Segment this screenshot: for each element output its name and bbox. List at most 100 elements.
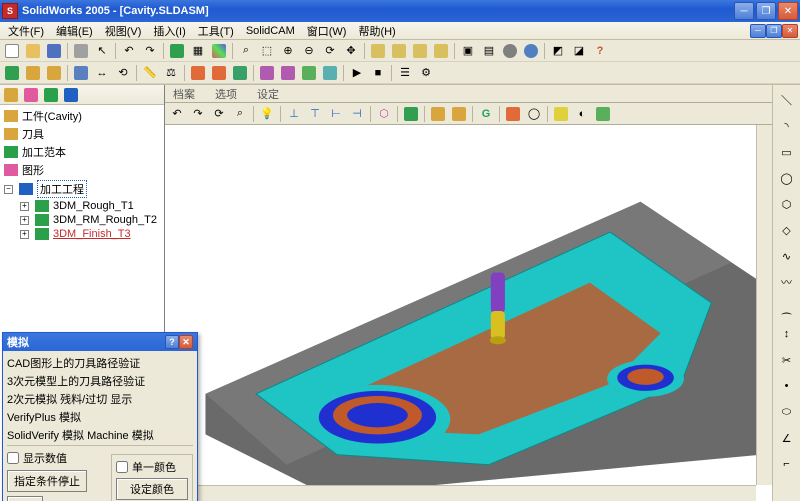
stop-condition-button[interactable]: 指定条件停止	[7, 470, 87, 492]
rt-dim-icon[interactable]: ↕	[776, 323, 798, 345]
rt-curve1-icon[interactable]: 〰	[776, 271, 798, 293]
section-icon[interactable]: ◩	[548, 41, 568, 61]
shadow-icon[interactable]: ◪	[569, 41, 589, 61]
redo-icon[interactable]: ↷	[140, 41, 160, 61]
rt-trim-icon[interactable]: ✂	[776, 349, 798, 371]
zoom-in-icon[interactable]: ⊕	[278, 41, 298, 61]
rotate-icon[interactable]: ⟳	[320, 41, 340, 61]
tree-item[interactable]: 加工范本	[2, 143, 162, 161]
vp-shape1-icon[interactable]	[401, 104, 421, 124]
rt-spline-icon[interactable]: ∿	[776, 245, 798, 267]
rt-poly-icon[interactable]: ⬡	[776, 193, 798, 215]
tree-tab-cam-icon[interactable]	[62, 87, 80, 103]
expander-icon[interactable]: +	[20, 202, 29, 211]
menu-window[interactable]: 窗口(W)	[301, 22, 353, 40]
rt-line-icon[interactable]: ＼	[776, 89, 798, 111]
tree-item[interactable]: −加工工程	[2, 179, 162, 199]
part-icon[interactable]	[44, 63, 64, 83]
rt-edge-icon[interactable]: ⌐	[776, 453, 798, 475]
mass-icon[interactable]: ⚖	[161, 63, 181, 83]
hex-icon[interactable]: ⬡	[374, 104, 394, 124]
dialog-help-button[interactable]: ?	[165, 335, 179, 349]
show-value-checkbox[interactable]: 显示数值	[7, 450, 105, 466]
tree-item[interactable]: 工件(Cavity)	[2, 107, 162, 125]
dialog-line[interactable]: 3次元模型上的刀具路径验证	[7, 372, 193, 390]
dialog-line[interactable]: 2次元模拟 残料/过切 显示	[7, 390, 193, 408]
print-icon[interactable]	[71, 41, 91, 61]
tab-file[interactable]: 档案	[169, 86, 199, 102]
close-button[interactable]: ✕	[778, 2, 798, 20]
expander-icon[interactable]: +	[20, 216, 29, 225]
maximize-button[interactable]: ❐	[756, 2, 776, 20]
cam4-icon[interactable]	[320, 63, 340, 83]
bulb-icon[interactable]: 💡	[257, 104, 277, 124]
assembly-icon[interactable]	[23, 63, 43, 83]
menu-help[interactable]: 帮助(H)	[352, 22, 401, 40]
shaded-icon[interactable]	[500, 41, 520, 61]
gcode-icon[interactable]: G	[476, 104, 496, 124]
rt-rect-icon[interactable]: ▭	[776, 141, 798, 163]
tree-item[interactable]: +3DM_Rough_T1	[2, 199, 162, 213]
coord1-icon[interactable]: ⊥	[284, 104, 304, 124]
vp-undo-icon[interactable]: ↶	[167, 104, 187, 124]
dialog-close-button[interactable]: ✕	[179, 335, 193, 349]
measure-icon[interactable]: 📏	[140, 63, 160, 83]
menu-tools[interactable]: 工具(T)	[192, 22, 240, 40]
coord3-icon[interactable]: ⊢	[326, 104, 346, 124]
simulation-dialog[interactable]: 模拟 ? ✕ CAD图形上的刀具路径验证 3次元模型上的刀具路径验证 2次元模拟…	[2, 332, 198, 501]
cursor-icon[interactable]: ↖	[92, 41, 112, 61]
ops2-icon[interactable]: ◯	[524, 104, 544, 124]
feature1-icon[interactable]	[188, 63, 208, 83]
open-icon[interactable]	[23, 41, 43, 61]
minimize-button[interactable]: ─	[734, 2, 754, 20]
new-icon[interactable]	[2, 41, 22, 61]
tab-settings[interactable]: 设定	[253, 86, 283, 102]
menu-insert[interactable]: 插入(I)	[147, 22, 191, 40]
config-icon[interactable]: ⚙	[416, 63, 436, 83]
feature2-icon[interactable]	[209, 63, 229, 83]
rt-curve2-icon[interactable]: ⁔	[776, 297, 798, 319]
tree-item[interactable]: +3DM_Finish_T3	[2, 227, 162, 241]
wireframe-icon[interactable]: ▣	[458, 41, 478, 61]
ops4-icon[interactable]: ◐	[572, 104, 592, 124]
vp-shape2-icon[interactable]	[428, 104, 448, 124]
rt-ellipse-icon[interactable]: ⬭	[776, 401, 798, 423]
tab-options[interactable]: 选项	[211, 86, 241, 102]
rt-diamond-icon[interactable]: ◇	[776, 219, 798, 241]
cam3-icon[interactable]	[299, 63, 319, 83]
dialog-line[interactable]: VerifyPlus 模拟	[7, 408, 193, 426]
save-icon[interactable]	[44, 41, 64, 61]
view-top-icon[interactable]	[389, 41, 409, 61]
tree-tab-property-icon[interactable]	[22, 87, 40, 103]
set-color-button[interactable]: 设定颜色	[116, 478, 188, 500]
view-iso-icon[interactable]	[431, 41, 451, 61]
doc-restore-button[interactable]: ❐	[766, 24, 782, 38]
dialog-line[interactable]: SolidVerify 模拟 Machine 模拟	[7, 426, 193, 446]
expander-icon[interactable]: +	[20, 230, 29, 239]
tree-tab-feature-icon[interactable]	[2, 87, 20, 103]
menu-view[interactable]: 视图(V)	[99, 22, 148, 40]
sim-icon[interactable]: ▶	[347, 63, 367, 83]
menu-solidcam[interactable]: SolidCAM	[240, 24, 301, 38]
zoom-area-icon[interactable]: ⬚	[257, 41, 277, 61]
menu-edit[interactable]: 编辑(E)	[50, 22, 99, 40]
expander-icon[interactable]: −	[4, 185, 13, 194]
3d-viewport[interactable]	[165, 125, 772, 501]
rt-angle-icon[interactable]: ∠	[776, 427, 798, 449]
hidden-icon[interactable]: ▤	[479, 41, 499, 61]
grid-icon[interactable]: ▦	[188, 41, 208, 61]
shaded-edges-icon[interactable]	[521, 41, 541, 61]
ops5-icon[interactable]	[593, 104, 613, 124]
doc-close-button[interactable]: ✕	[782, 24, 798, 38]
move-comp-icon[interactable]: ↔	[92, 63, 112, 83]
layers-icon[interactable]: ☰	[395, 63, 415, 83]
view-front-icon[interactable]	[368, 41, 388, 61]
home-icon[interactable]	[2, 63, 22, 83]
cam2-icon[interactable]	[278, 63, 298, 83]
feature3-icon[interactable]	[230, 63, 250, 83]
doc-minimize-button[interactable]: ─	[750, 24, 766, 38]
vp-zoom-icon[interactable]: ⌕	[230, 104, 250, 124]
tree-item[interactable]: 刀具	[2, 125, 162, 143]
zoom-fit-icon[interactable]: ⌕	[236, 41, 256, 61]
mate-icon[interactable]	[71, 63, 91, 83]
